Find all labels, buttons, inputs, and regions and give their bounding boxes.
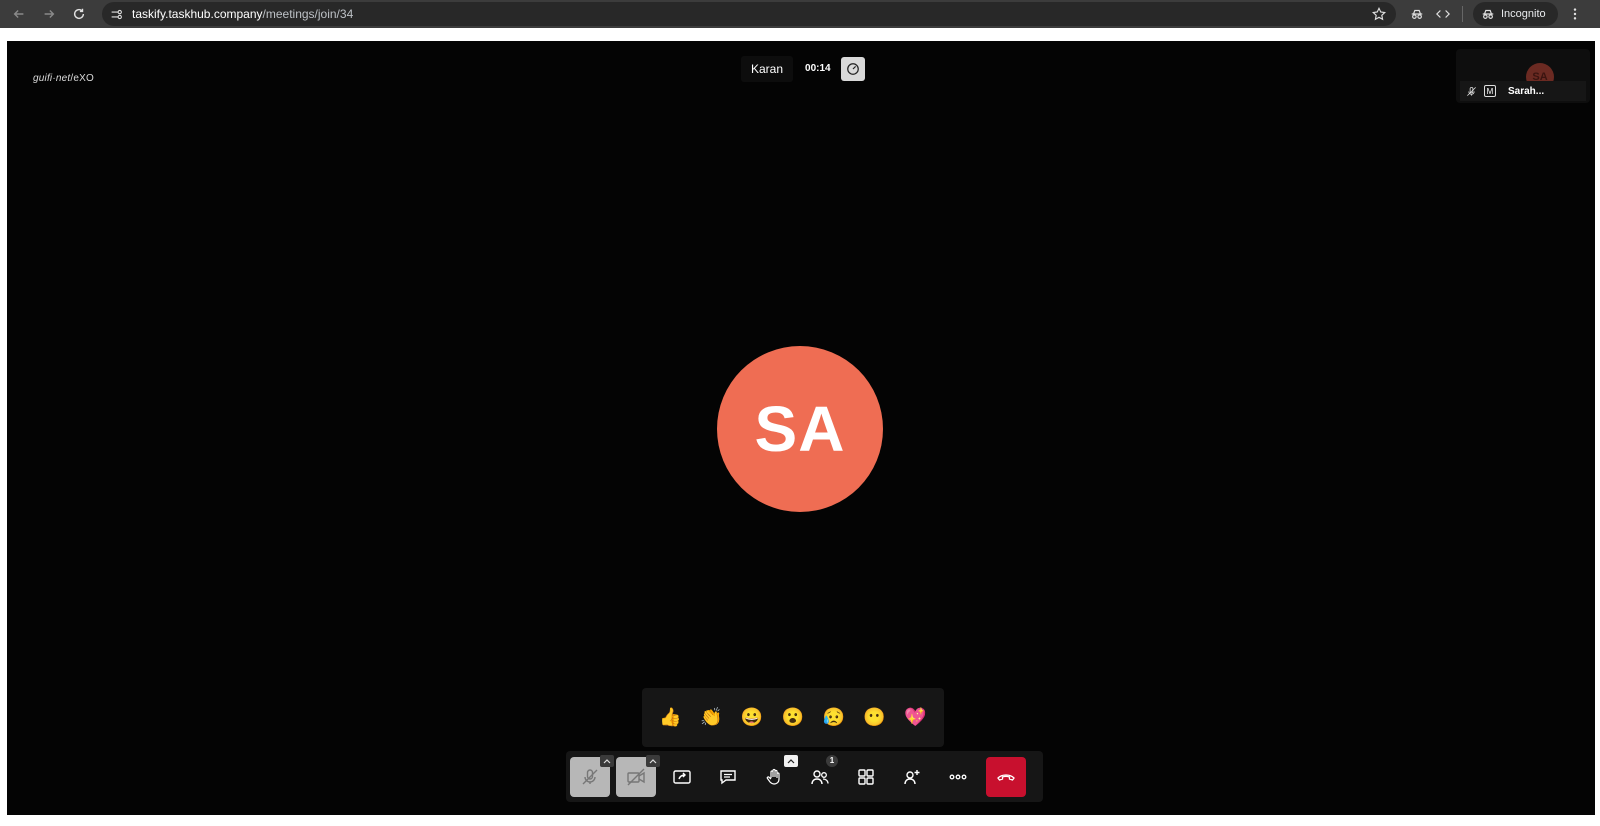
connection-quality-button[interactable] bbox=[840, 57, 865, 81]
camera-off-icon bbox=[627, 768, 645, 785]
chevron-up-icon bbox=[787, 758, 795, 763]
reaction-thumbs-up[interactable]: 👍 bbox=[653, 701, 687, 735]
reaction-clap[interactable]: 👏 bbox=[694, 701, 728, 735]
gauge-icon bbox=[846, 63, 859, 75]
thumbnail-name: Sarah... bbox=[1508, 85, 1545, 97]
incognito-glasses-icon bbox=[1482, 9, 1494, 19]
arrow-right-icon bbox=[44, 10, 55, 18]
more-horizontal-icon bbox=[949, 774, 967, 779]
address-bar[interactable]: taskify.taskhub.company/meetings/join/34 bbox=[102, 2, 1396, 26]
browser-actions: Incognito bbox=[1404, 0, 1586, 28]
more-actions-button[interactable] bbox=[938, 757, 978, 797]
arrow-left-icon bbox=[13, 10, 24, 18]
moderator-icon: M bbox=[1484, 85, 1496, 97]
chevron-up-icon bbox=[603, 758, 611, 763]
chevron-up-icon bbox=[649, 758, 657, 763]
code-icon[interactable] bbox=[1430, 3, 1456, 25]
participant-thumbnail[interactable]: SA M Sarah... bbox=[1456, 49, 1590, 103]
reactions-menu: 👍 👏 😀 😮 😥 😶 💖 bbox=[642, 688, 944, 747]
watermark-logo: guifi·net/eXO bbox=[33, 73, 94, 84]
participants-icon bbox=[811, 769, 829, 784]
participant-avatar: SA bbox=[717, 346, 883, 512]
tile-view-button[interactable] bbox=[846, 757, 886, 797]
reload-icon bbox=[73, 8, 85, 20]
incognito-icon[interactable] bbox=[1404, 3, 1430, 25]
watermark-sub: /eXO bbox=[70, 73, 94, 84]
leave-meeting-button[interactable] bbox=[986, 756, 1026, 797]
add-person-icon bbox=[904, 769, 920, 784]
reaction-sad[interactable]: 😥 bbox=[817, 701, 851, 735]
url-path: /meetings/join/34 bbox=[262, 7, 354, 21]
mic-off-icon bbox=[582, 768, 598, 784]
reload-button[interactable] bbox=[68, 3, 90, 25]
host-name: Karan bbox=[741, 56, 794, 82]
grid-icon bbox=[858, 768, 874, 785]
video-settings-toggle[interactable] bbox=[646, 754, 660, 767]
thumbnail-status-bar: M Sarah... bbox=[1460, 81, 1586, 101]
microphone-button[interactable] bbox=[570, 754, 614, 797]
share-screen-icon bbox=[673, 769, 691, 784]
incognito-label: Incognito bbox=[1501, 8, 1546, 20]
raise-hand-button[interactable] bbox=[754, 754, 798, 797]
camera-button[interactable] bbox=[616, 754, 660, 797]
meeting-stage: guifi·net/eXO Karan 00:14 SA M Sarah... … bbox=[7, 41, 1595, 815]
participants-count-badge: 1 bbox=[826, 754, 838, 767]
chat-icon bbox=[720, 769, 736, 784]
watermark-main: guifi·net bbox=[33, 73, 71, 84]
bookmark-star-icon[interactable] bbox=[1370, 5, 1388, 23]
reaction-love[interactable]: 💖 bbox=[898, 701, 932, 735]
invite-button[interactable] bbox=[892, 757, 932, 797]
reaction-silence[interactable]: 😶 bbox=[858, 701, 892, 735]
more-vertical-icon bbox=[1573, 8, 1576, 20]
meeting-header: Karan 00:14 bbox=[741, 56, 865, 82]
chat-button[interactable] bbox=[708, 757, 748, 797]
reactions-toggle[interactable] bbox=[784, 754, 798, 767]
browser-menu-button[interactable] bbox=[1564, 3, 1586, 25]
share-screen-button[interactable] bbox=[662, 757, 702, 797]
hang-up-icon bbox=[997, 773, 1015, 781]
meeting-toolbar: 1 bbox=[566, 751, 1043, 802]
reaction-laugh[interactable]: 😀 bbox=[735, 701, 769, 735]
url-host: taskify.taskhub.company bbox=[132, 7, 263, 21]
forward-button[interactable] bbox=[38, 3, 60, 25]
mic-muted-icon bbox=[1464, 84, 1478, 98]
browser-toolbar: taskify.taskhub.company/meetings/join/34… bbox=[0, 0, 1600, 28]
incognito-profile-button[interactable]: Incognito bbox=[1473, 2, 1558, 26]
back-button[interactable] bbox=[8, 3, 30, 25]
audio-settings-toggle[interactable] bbox=[600, 754, 614, 767]
reaction-surprised[interactable]: 😮 bbox=[776, 701, 810, 735]
raise-hand-icon bbox=[766, 768, 780, 785]
toolbar-divider bbox=[1462, 6, 1463, 22]
participants-button[interactable]: 1 bbox=[800, 754, 840, 797]
url-text: taskify.taskhub.company/meetings/join/34 bbox=[132, 7, 353, 21]
meeting-timer: 00:14 bbox=[805, 63, 831, 74]
site-info-icon[interactable] bbox=[106, 4, 126, 24]
